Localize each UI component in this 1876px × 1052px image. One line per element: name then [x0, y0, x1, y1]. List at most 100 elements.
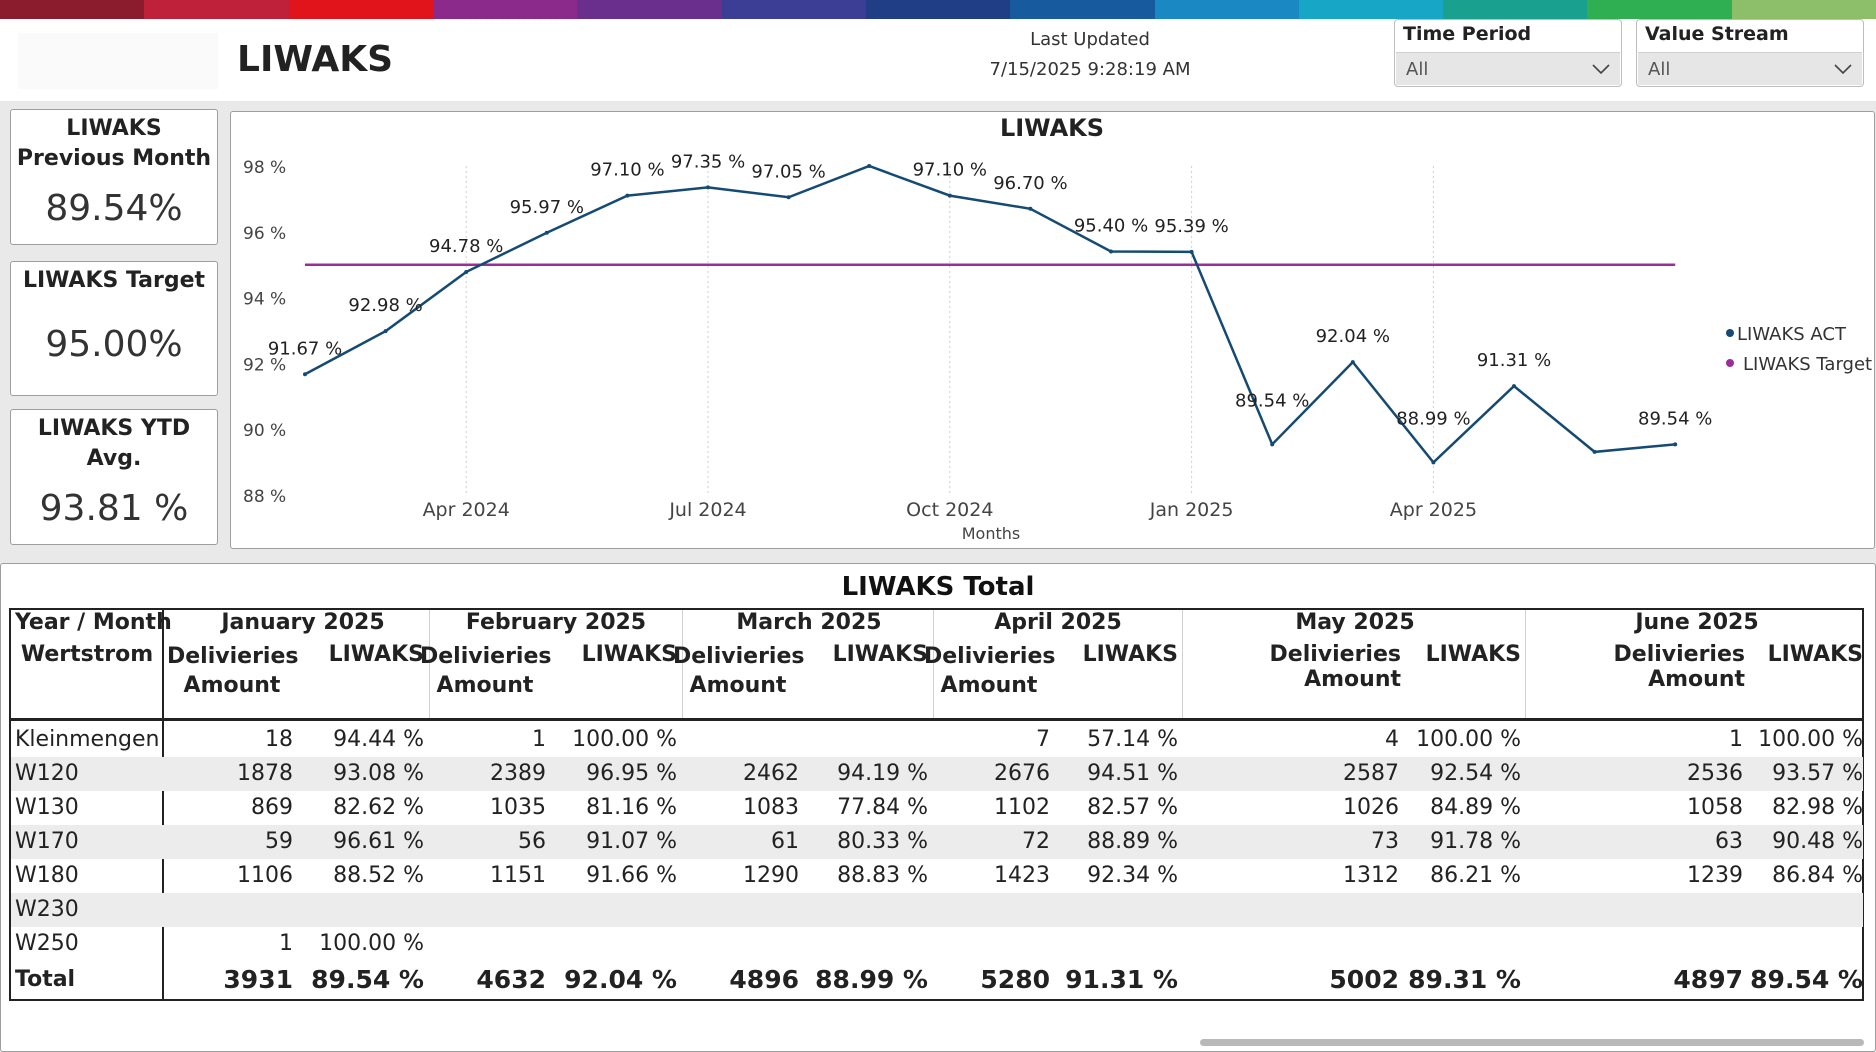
cell-liwaks: 88.89 %: [1087, 829, 1178, 854]
cell-liwaks: 96.61 %: [333, 829, 424, 854]
col-header-liwaks: LIWAKS: [832, 642, 928, 667]
brand-color-bar: [0, 0, 1876, 19]
data-label: 97.10 %: [913, 160, 987, 181]
cell-delivieries-amount: 1106: [237, 863, 293, 888]
row-label-wertstrom: W250: [15, 931, 79, 956]
data-point: [867, 164, 872, 168]
col-header-liwaks: LIWAKS: [328, 642, 424, 667]
cell-delivieries-amount: 2676: [994, 761, 1050, 786]
data-label: 91.67 %: [268, 338, 342, 359]
col-header-liwaks: LIWAKS: [581, 642, 677, 667]
chevron-down-icon: [1592, 64, 1610, 75]
cell-liwaks: 77.84 %: [837, 795, 928, 820]
chart-title: LIWAKS: [1000, 114, 1104, 142]
cell-liwaks: 93.08 %: [333, 761, 424, 786]
cell-delivieries-amount: 1083: [743, 795, 799, 820]
cell-delivieries-amount: 1035: [490, 795, 546, 820]
data-label: 95.97 %: [510, 197, 584, 218]
brand-color-segment: [577, 0, 722, 19]
data-label: 97.10 %: [590, 160, 664, 181]
cell-liwaks: 80.33 %: [837, 829, 928, 854]
cell-delivieries-amount: 1026: [1343, 795, 1399, 820]
x-axis-title: Months: [962, 524, 1020, 543]
col-header-delivieries-amount: Delivieries Amount: [924, 644, 1056, 698]
legend-marker-liwaks-target: [1726, 359, 1734, 367]
cell-liwaks: 94.19 %: [837, 761, 928, 786]
data-label: 89.54 %: [1638, 408, 1712, 429]
data-point: [947, 193, 952, 198]
row-label-wertstrom: Kleinmengen: [15, 727, 160, 752]
cell-delivieries-amount: 18: [265, 727, 293, 752]
horizontal-scrollbar[interactable]: [1200, 1039, 1864, 1046]
row-label-wertstrom: W170: [15, 829, 79, 854]
logo: [18, 33, 218, 89]
row-label-wertstrom: W230: [15, 897, 79, 922]
liwaks-total-table-panel: LIWAKS Total Year / Month Wertstrom Januar…: [0, 563, 1876, 1052]
value-stream-value: All: [1648, 59, 1671, 80]
brand-color-segment: [288, 0, 433, 19]
corner-year-month: Year / Month: [15, 610, 172, 635]
brand-color-segment: [1587, 0, 1732, 19]
data-point: [1512, 384, 1516, 389]
cell-delivieries-amount: 1290: [743, 863, 799, 888]
cell-liwaks: 92.34 %: [1087, 863, 1178, 888]
cell-liwaks: 81.16 %: [586, 795, 677, 820]
data-point: [1270, 442, 1275, 447]
cell-liwaks: 86.21 %: [1430, 863, 1521, 888]
data-label: 95.39 %: [1154, 216, 1228, 237]
cell-delivieries-amount: 1878: [237, 761, 293, 786]
data-point: [464, 269, 469, 274]
col-header-delivieries-amount: Delivieries Amount: [420, 644, 552, 698]
kpi-previous-month-value: 89.54%: [45, 188, 183, 229]
brand-color-segment: [432, 0, 578, 19]
cell-liwaks: 90.48 %: [1772, 829, 1863, 854]
row-label-wertstrom: W120: [15, 761, 79, 786]
data-label: 96.70 %: [993, 173, 1067, 194]
month-header: June 2025: [1635, 610, 1759, 635]
cell-liwaks: 57.14 %: [1087, 727, 1178, 752]
cell-delivieries-amount: 63: [1715, 829, 1743, 854]
data-label: 94.78 %: [429, 236, 503, 257]
cell-liwaks: 94.44 %: [333, 727, 424, 752]
data-point: [1592, 449, 1597, 454]
col-header-delivieries-amount: Delivieries Amount: [1613, 642, 1745, 692]
value-stream-dropdown[interactable]: All: [1638, 52, 1862, 85]
brand-color-segment: [1298, 0, 1444, 19]
cell-delivieries-amount: 59: [265, 829, 293, 854]
data-point: [625, 193, 630, 198]
total-liwaks: 89.31 %: [1408, 965, 1521, 994]
kpi-title-line: LIWAKS YTD: [37, 416, 191, 441]
cell-delivieries-amount: 1239: [1687, 863, 1743, 888]
kpi-ytd-value: 93.81 %: [39, 488, 189, 529]
col-header-delivieries-amount: Delivieries Amount: [673, 644, 805, 698]
cell-liwaks: 100.00 %: [319, 931, 424, 956]
last-updated-label: Last Updated: [1030, 29, 1150, 50]
cell-delivieries-amount: 1151: [490, 863, 546, 888]
value-stream-label: Value Stream: [1645, 23, 1789, 45]
data-point: [1350, 360, 1355, 365]
cell-liwaks: 100.00 %: [1416, 727, 1521, 752]
time-period-slicer[interactable]: Time Period All: [1394, 19, 1622, 87]
table-row-stripe: [11, 893, 1863, 927]
table-title: LIWAKS Total: [841, 572, 1035, 602]
time-period-dropdown[interactable]: All: [1396, 52, 1620, 85]
time-period-value: All: [1406, 59, 1429, 80]
brand-color-segment: [1443, 0, 1588, 19]
kpi-target: LIWAKS Target 95.00%: [10, 261, 218, 396]
row-label-total: Total: [15, 967, 76, 992]
cell-liwaks: 96.95 %: [586, 761, 677, 786]
kpi-target-title: LIWAKS Target: [22, 268, 206, 293]
row-label-wertstrom: W180: [15, 863, 79, 888]
last-updated: Last Updated 7/15/2025 9:28:19 AM: [960, 25, 1220, 85]
cell-delivieries-amount: 4: [1385, 727, 1399, 752]
y-tick-label: 88 %: [243, 487, 286, 507]
row-label-wertstrom: W130: [15, 795, 79, 820]
data-label: 97.35 %: [671, 151, 745, 172]
month-header: May 2025: [1295, 610, 1415, 635]
data-point: [1673, 442, 1678, 447]
cell-liwaks: 82.62 %: [333, 795, 424, 820]
cell-delivieries-amount: 2389: [490, 761, 546, 786]
header-separator: [9, 718, 1864, 721]
value-stream-slicer[interactable]: Value Stream All: [1636, 19, 1864, 87]
x-tick-label: Jul 2024: [668, 499, 746, 521]
